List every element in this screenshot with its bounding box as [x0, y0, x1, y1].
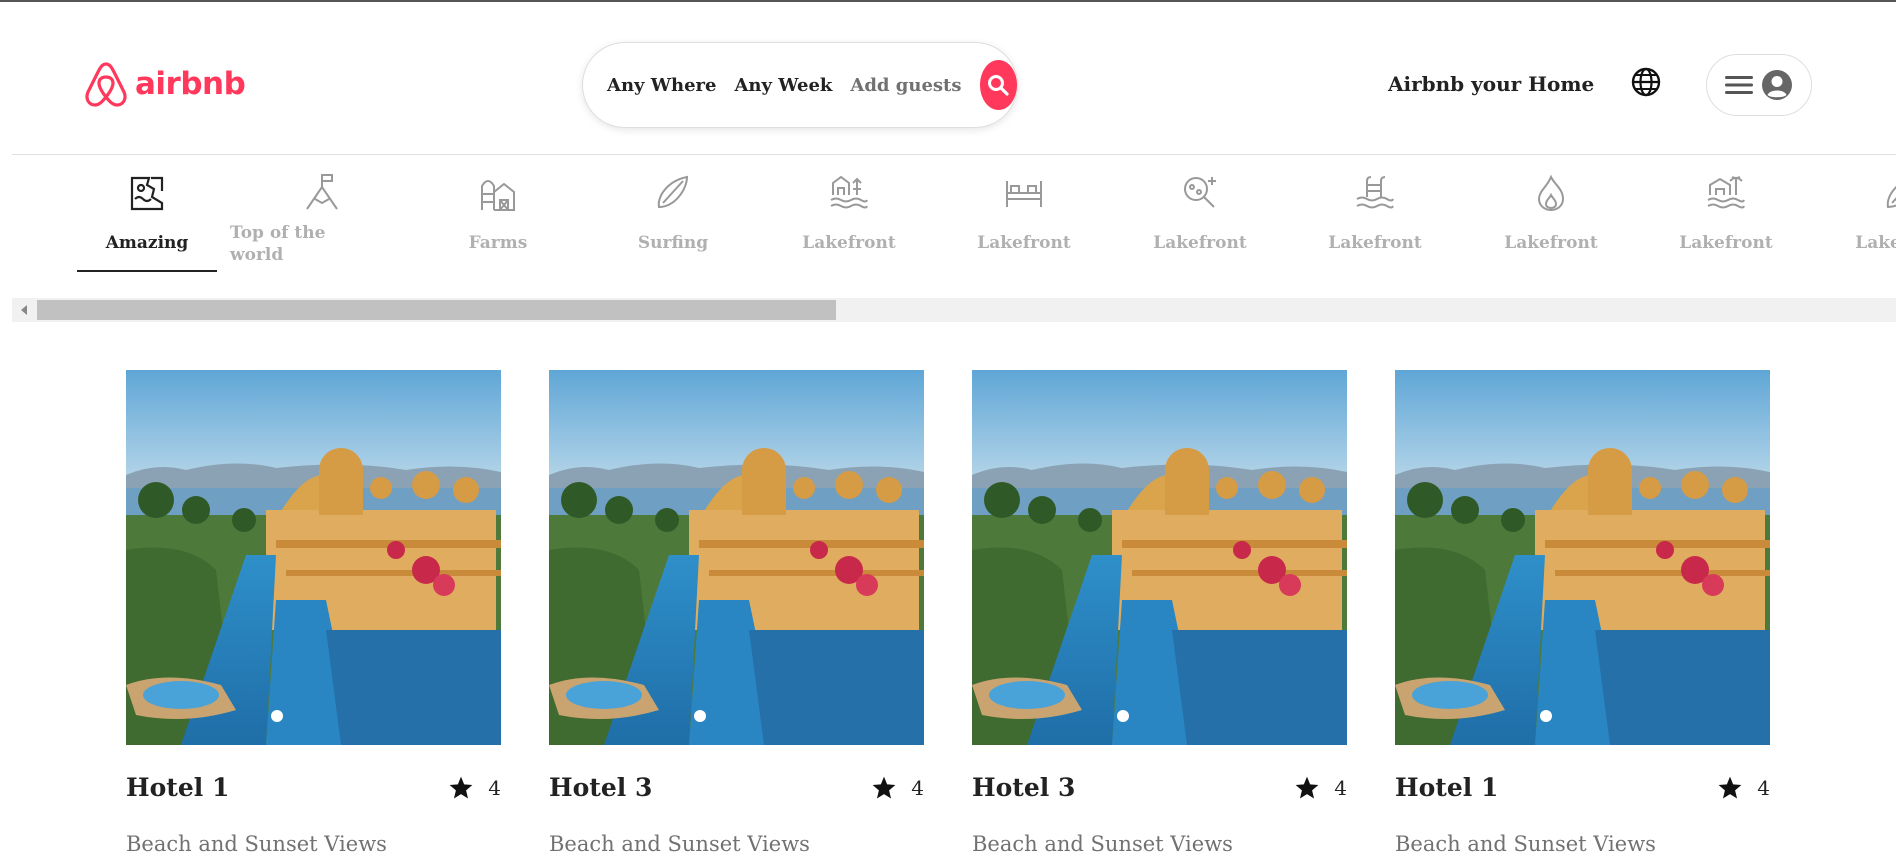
listing-card[interactable]: Hotel 1 4 Beach and Sunset Views — [1395, 370, 1770, 853]
brand-name: airbnb — [135, 66, 246, 102]
category-label: Surfing — [637, 233, 709, 253]
category-amazing[interactable]: Amazing — [77, 168, 217, 272]
star-icon — [1295, 776, 1319, 799]
category-label: Lakefront — [1679, 233, 1773, 253]
star-icon — [449, 776, 473, 799]
language-button[interactable] — [1630, 66, 1662, 102]
carousel-dot[interactable] — [1117, 710, 1129, 722]
rating-value: 4 — [911, 775, 924, 800]
palace-pool-image — [972, 370, 1347, 745]
listing-photo[interactable] — [1395, 370, 1770, 745]
listing-card[interactable]: Hotel 3 4 Beach and Sunset Views — [972, 370, 1347, 853]
listing-photo[interactable] — [549, 370, 924, 745]
listing-rating: 4 — [871, 775, 924, 801]
listing-subtitle: Beach and Sunset Views — [549, 832, 810, 853]
user-menu-button[interactable] — [1706, 54, 1812, 116]
top-header: airbnb Any Where Any Week Add guests Air… — [0, 2, 1896, 154]
listing-title: Hotel 3 — [549, 773, 653, 802]
category-label: Lakefront — [1855, 233, 1896, 253]
hamburger-icon — [1725, 76, 1753, 94]
surfboard-icon — [1832, 168, 1896, 218]
rating-value: 4 — [1334, 775, 1347, 800]
user-avatar-icon — [1762, 70, 1792, 100]
category-label: Lakefront — [1153, 233, 1247, 253]
rating-value: 4 — [488, 775, 501, 800]
category-scrollbar[interactable] — [12, 298, 1896, 322]
surfboard-icon — [603, 168, 743, 218]
category-label: Lakefront — [1328, 233, 1422, 253]
category-label: Lakefront — [802, 233, 896, 253]
palace-pool-image — [126, 370, 501, 745]
category-label: Farms — [468, 233, 528, 253]
listing-photo[interactable] — [126, 370, 501, 745]
listing-title: Hotel 1 — [1395, 773, 1499, 802]
header-divider — [12, 154, 1896, 155]
listing-rating: 4 — [448, 775, 501, 801]
category-label: Lakefront — [977, 233, 1071, 253]
globe-icon — [1631, 67, 1661, 97]
search-guests[interactable]: Add guests — [850, 75, 961, 96]
scrollbar-thumb[interactable] — [37, 300, 836, 320]
beach-house-icon — [1656, 168, 1796, 218]
listing-card[interactable]: Hotel 3 4 Beach and Sunset Views — [549, 370, 924, 853]
scroll-left-button[interactable] — [12, 298, 36, 322]
category-lakefront-7[interactable]: Lakefront — [1832, 168, 1896, 254]
category-top-of-the-world[interactable]: Top of the world — [230, 168, 360, 266]
category-lakefront-4[interactable]: Lakefront — [1305, 168, 1445, 254]
category-label: Lakefront — [1504, 233, 1598, 253]
listing-photo[interactable] — [972, 370, 1347, 745]
carousel-dot[interactable] — [1540, 710, 1552, 722]
listing-subtitle: Beach and Sunset Views — [126, 832, 387, 853]
category-lakefront-5[interactable]: Lakefront — [1481, 168, 1621, 254]
airbnb-logo[interactable]: airbnb — [83, 60, 246, 108]
star-icon — [1718, 776, 1742, 799]
airbnb-logo-icon — [85, 62, 127, 107]
palace-pool-image — [549, 370, 924, 745]
listing-rating: 4 — [1294, 775, 1347, 801]
carousel-dot[interactable] — [694, 710, 706, 722]
listing-subtitle: Beach and Sunset Views — [1395, 832, 1656, 853]
search-where[interactable]: Any Where — [607, 75, 716, 96]
category-label: Top of the world — [230, 223, 326, 265]
listing-subtitle: Beach and Sunset Views — [972, 832, 1233, 853]
category-lakefront-3[interactable]: Lakefront — [1130, 168, 1270, 254]
rating-value: 4 — [1757, 775, 1770, 800]
category-bar: Amazing Top of the world Farms Surfing L… — [0, 160, 1896, 282]
caret-left-icon — [21, 305, 27, 315]
listing-card[interactable]: Hotel 1 4 Beach and Sunset Views — [126, 370, 501, 853]
mountain-flag-icon — [230, 168, 360, 218]
search-button[interactable] — [979, 60, 1017, 110]
magnifier-sparkle-icon — [1130, 168, 1270, 218]
search-icon — [988, 75, 1009, 96]
carousel-dot[interactable] — [271, 710, 283, 722]
listing-rating: 4 — [1717, 775, 1770, 801]
listing-title: Hotel 1 — [126, 773, 230, 802]
category-surfing[interactable]: Surfing — [603, 168, 743, 254]
listing-title: Hotel 3 — [972, 773, 1076, 802]
category-farms[interactable]: Farms — [428, 168, 568, 254]
flame-icon — [1481, 168, 1621, 218]
category-lakefront-2[interactable]: Lakefront — [954, 168, 1094, 254]
beds-icon — [954, 168, 1094, 218]
category-lakefront-6[interactable]: Lakefront — [1656, 168, 1796, 254]
search-week[interactable]: Any Week — [734, 75, 832, 96]
lakefront-house-icon — [779, 168, 919, 218]
pool-ladder-icon — [1305, 168, 1445, 218]
search-bar[interactable]: Any Where Any Week Add guests — [582, 42, 1018, 128]
amazing-pools-icon — [77, 168, 217, 218]
palace-pool-image — [1395, 370, 1770, 745]
category-label: Amazing — [105, 233, 189, 253]
farm-icon — [428, 168, 568, 218]
category-lakefront-1[interactable]: Lakefront — [779, 168, 919, 254]
star-icon — [872, 776, 896, 799]
airbnb-your-home-link[interactable]: Airbnb your Home — [1388, 72, 1594, 96]
